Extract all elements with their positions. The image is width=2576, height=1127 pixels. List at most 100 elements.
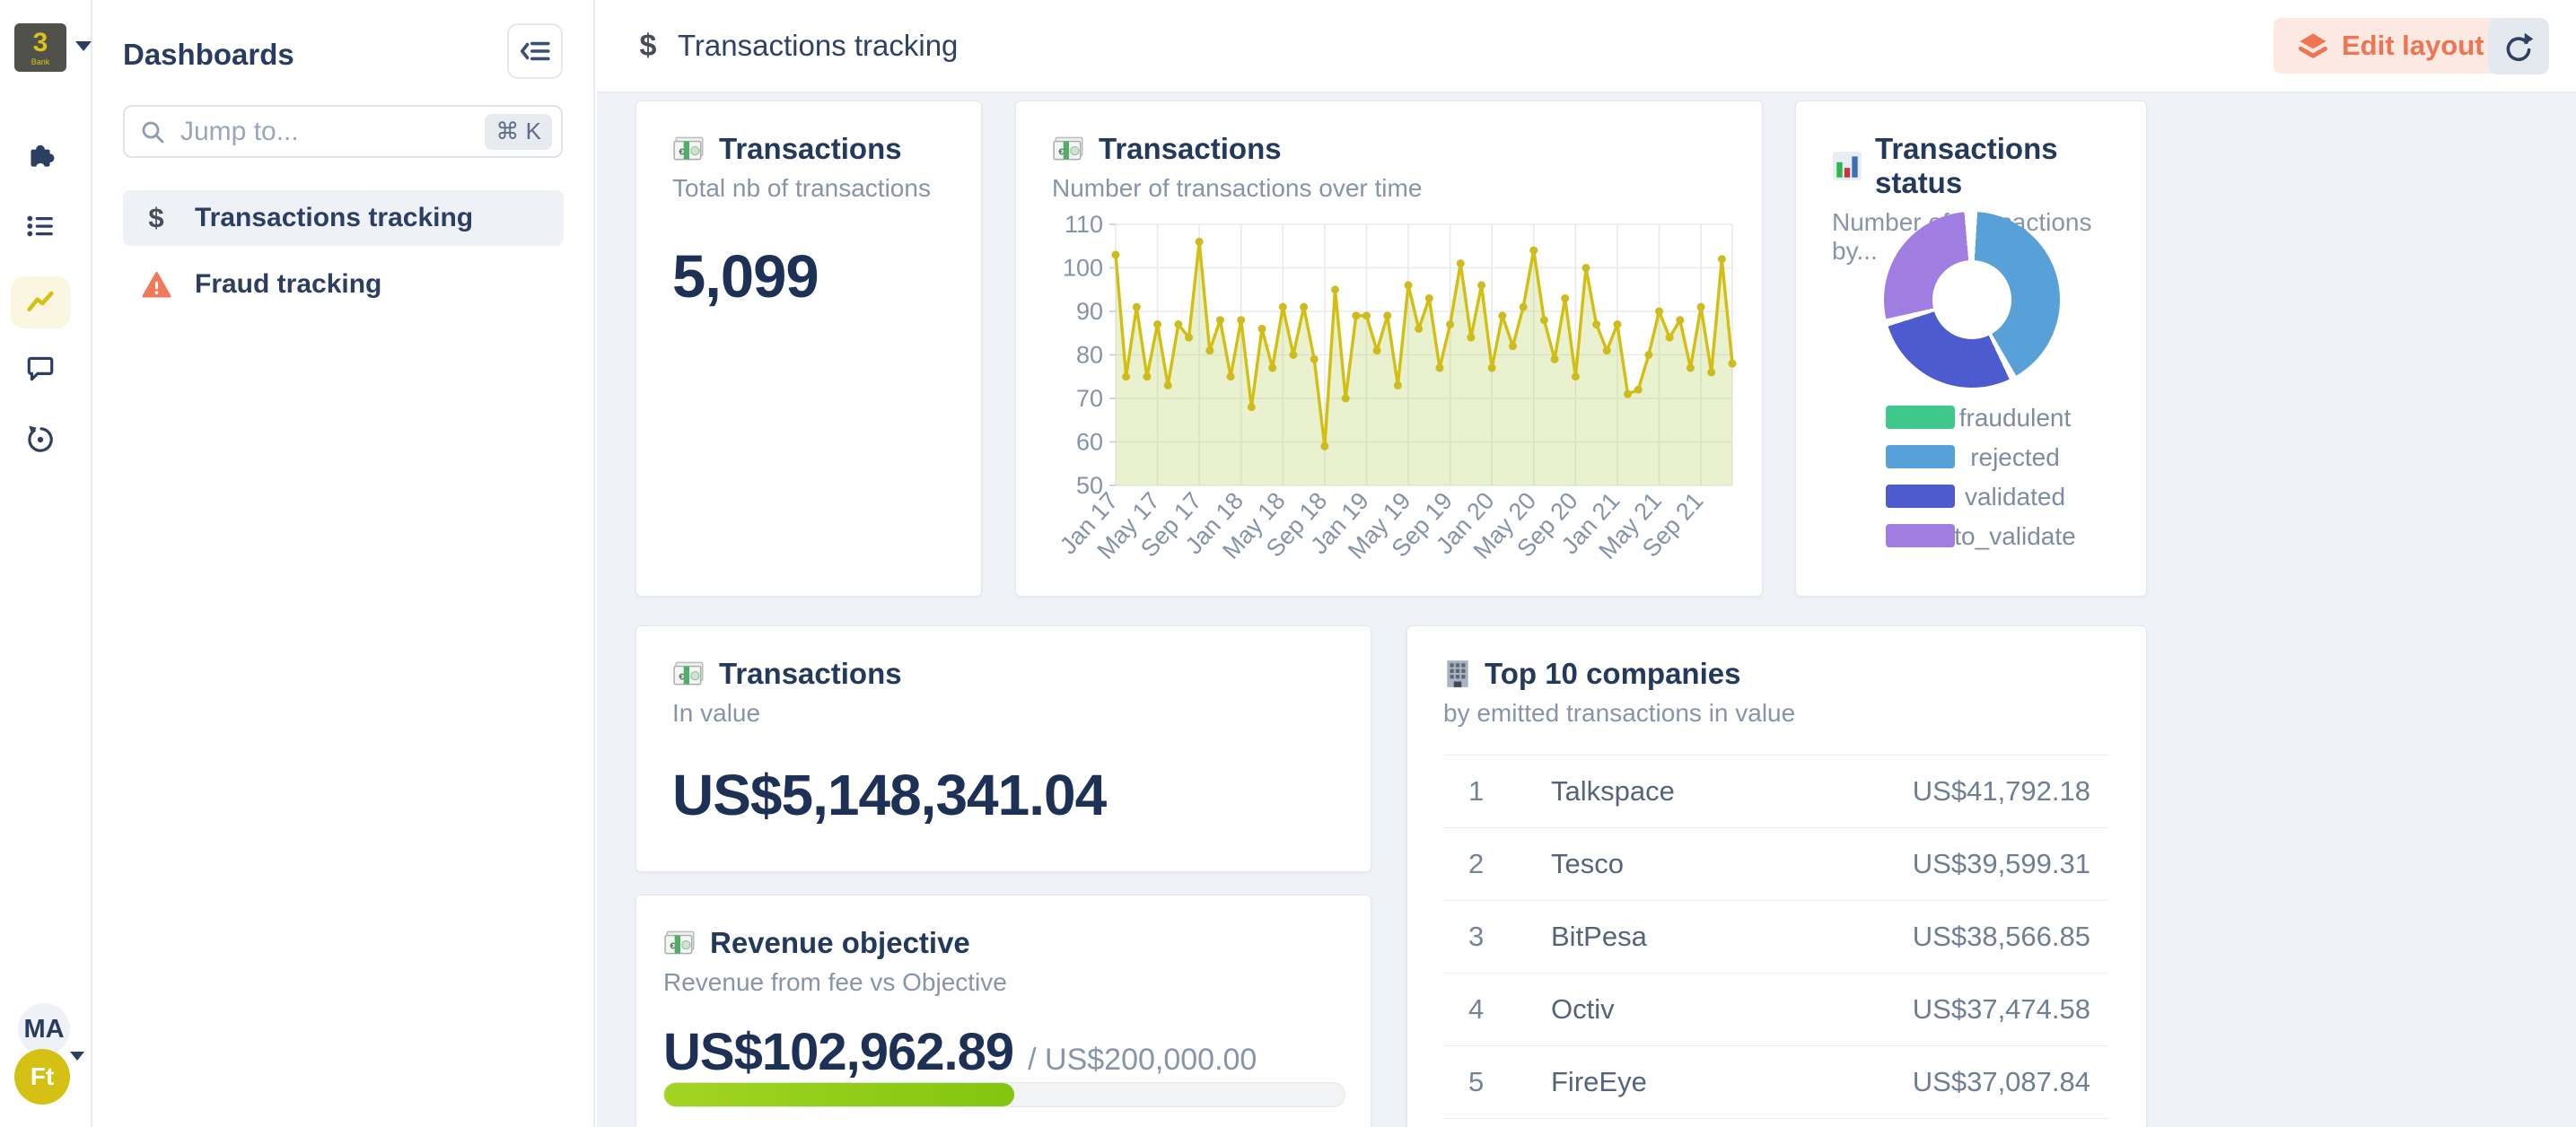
puzzle-icon: [23, 138, 57, 172]
main-area: $ Transactions tracking Edit layout: [597, 0, 2576, 1127]
company-cell: Octiv: [1520, 993, 1913, 1026]
card-top-10-companies: Top 10 companies by emitted transactions…: [1406, 625, 2147, 1127]
rank-cell: 3: [1443, 921, 1520, 953]
svg-text:70: 70: [1076, 385, 1103, 412]
sidebar-item-fraud-tracking[interactable]: Fraud tracking: [123, 257, 564, 312]
workspace-logo[interactable]: 3 Bank: [14, 23, 66, 72]
workspace-caret-down-icon[interactable]: [75, 41, 92, 51]
card-title: Transactions: [719, 657, 902, 691]
legend-label: fraudulent: [1943, 404, 2087, 432]
collapse-icon: [519, 35, 551, 67]
building-icon: [1443, 659, 1472, 689]
edit-layout-label: Edit layout: [2342, 30, 2484, 62]
refresh-icon: [2502, 30, 2536, 64]
legend-item[interactable]: rejected: [1796, 437, 2148, 476]
revenue-progress-fill: [664, 1083, 1014, 1106]
legend-label: validated: [1943, 483, 2087, 511]
legend-item[interactable]: to_validate: [1796, 516, 2148, 555]
line-chart: 5060708090100110Jan 17May 17Sep 17Jan 18…: [1032, 207, 1750, 593]
card-transactions-total: € Transactions Total nb of transactions …: [635, 100, 982, 597]
sidebar-item-label: Transactions tracking: [195, 203, 473, 233]
main-header: $ Transactions tracking Edit layout: [597, 0, 2576, 93]
app-root: 3 Bank: [0, 0, 2576, 1127]
card-subtitle: In value: [672, 699, 1335, 728]
banknote-icon: €: [672, 135, 706, 163]
rail-item-activity[interactable]: [11, 414, 70, 466]
value-cell: US$41,792.18: [1913, 775, 2108, 808]
company-cell: Tesco: [1520, 848, 1913, 880]
rail-item-collections[interactable]: [11, 200, 70, 252]
svg-text:60: 60: [1076, 429, 1103, 456]
jump-to-search[interactable]: ⌘ K: [123, 105, 563, 158]
card-subtitle: Total nb of transactions: [672, 174, 945, 203]
card-transactions-status: Transactions status Number of transactio…: [1795, 100, 2147, 597]
team-badge-label: Ft: [31, 1062, 54, 1091]
avatar-initials: MA: [23, 1015, 64, 1044]
objective-separator: /: [1028, 1043, 1036, 1077]
legend-label: to_validate: [1943, 522, 2087, 551]
rail-item-integrations[interactable]: [11, 129, 70, 181]
table-row: 1TalkspaceUS$41,792.18: [1443, 756, 2108, 828]
card-subtitle: Revenue from fee vs Objective: [663, 968, 1335, 997]
card-title: Top 10 companies: [1485, 657, 1740, 691]
team-badge[interactable]: Ft: [14, 1049, 70, 1105]
metric-value: 5,099: [672, 242, 981, 311]
revenue-progress-bar: [663, 1082, 1345, 1107]
svg-text:€: €: [679, 671, 684, 682]
avatar-caret-down-icon[interactable]: [70, 1052, 84, 1061]
search-shortcut-badge: ⌘ K: [485, 114, 552, 150]
chat-icon: [24, 352, 57, 384]
svg-text:90: 90: [1076, 298, 1103, 325]
card-transactions-over-time: € Transactions Number of transactions ov…: [1015, 100, 1763, 597]
icon-rail: 3 Bank: [0, 0, 92, 1127]
card-revenue-objective: € Revenue objective Revenue from fee vs …: [635, 895, 1371, 1127]
card-title: Transactions: [719, 132, 902, 166]
svg-text:100: 100: [1063, 255, 1103, 282]
rank-cell: 5: [1443, 1066, 1520, 1098]
banknote-icon: €: [1052, 135, 1086, 163]
card-title: Transactions status: [1875, 132, 2110, 200]
legend-label: rejected: [1943, 443, 2087, 472]
metric-value: US$5,148,341.04: [672, 762, 1371, 828]
card-title: Revenue objective: [710, 926, 970, 960]
bar-chart-icon: [1832, 151, 1862, 181]
panel-title: Dashboards: [123, 38, 294, 72]
donut-hole: [1932, 260, 2011, 339]
page-title-text: Transactions tracking: [678, 29, 958, 63]
warning-icon: [141, 271, 171, 299]
dollar-icon: $: [141, 202, 171, 234]
logo-text: 3: [33, 30, 48, 57]
legend-item[interactable]: fraudulent: [1796, 398, 2148, 437]
company-cell: Talkspace: [1520, 775, 1913, 808]
list-icon: [25, 211, 56, 241]
table-row: 5FireEyeUS$37,087.84: [1443, 1046, 2108, 1119]
search-input[interactable]: [179, 116, 485, 148]
collapse-sidebar-button[interactable]: [507, 23, 563, 79]
card-transactions-in-value: € Transactions In value US$5,148,341.04: [635, 625, 1371, 872]
value-cell: US$38,566.85: [1913, 921, 2108, 953]
company-cell: FireEye: [1520, 1066, 1913, 1098]
sidebar-item-label: Fraud tracking: [195, 269, 381, 300]
value-cell: US$37,087.84: [1913, 1066, 2108, 1098]
legend-item[interactable]: validated: [1796, 476, 2148, 516]
value-cell: US$39,599.31: [1913, 848, 2108, 880]
dashboards-panel: Dashboards ⌘ K $ T: [92, 0, 595, 1127]
rail-item-chat[interactable]: [11, 342, 70, 394]
rail-item-dashboards[interactable]: [11, 276, 70, 328]
company-cell: BitPesa: [1520, 921, 1913, 953]
refresh-button[interactable]: [2488, 18, 2549, 74]
table-row: 4OctivUS$37,474.58: [1443, 974, 2108, 1046]
history-icon: [24, 424, 57, 456]
dollar-icon: $: [633, 29, 663, 64]
layers-icon: [2297, 31, 2329, 60]
svg-text:110: 110: [1065, 211, 1103, 238]
page-title: $ Transactions tracking: [633, 0, 958, 92]
svg-text:€: €: [670, 940, 675, 951]
edit-layout-button[interactable]: Edit layout: [2274, 18, 2507, 74]
svg-text:80: 80: [1076, 342, 1103, 369]
svg-text:€: €: [1058, 146, 1064, 157]
avatar[interactable]: MA: [18, 1003, 70, 1055]
sidebar-item-transactions-tracking[interactable]: $ Transactions tracking: [123, 190, 564, 246]
card-title: Transactions: [1099, 132, 1282, 166]
table-row: 2TescoUS$39,599.31: [1443, 828, 2108, 901]
